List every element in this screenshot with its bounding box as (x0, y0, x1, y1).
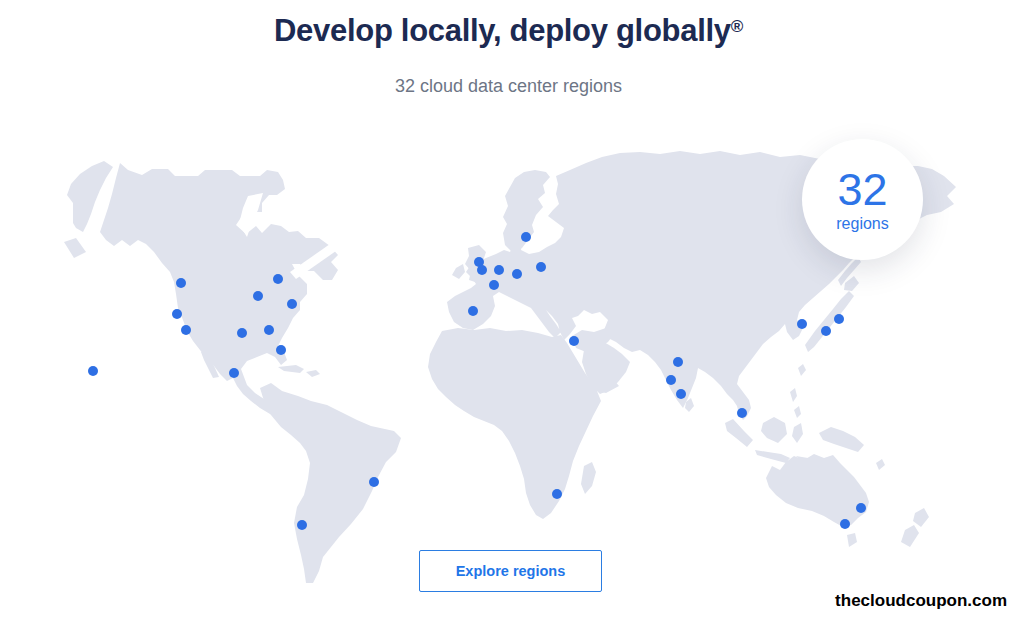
region-dot (673, 357, 683, 367)
landmass-alaska-tail (64, 238, 86, 258)
region-dot (477, 265, 487, 275)
page: Develop locally, deploy globally® 32 clo… (0, 0, 1017, 617)
region-dot (468, 306, 478, 316)
region-dot (856, 503, 866, 513)
regions-count-label: regions (836, 215, 888, 233)
region-dot (276, 345, 286, 355)
region-dot (797, 319, 807, 329)
page-subtitle: 32 cloud data center regions (0, 76, 1017, 97)
trademark-symbol: ® (731, 17, 743, 36)
region-dot (287, 299, 297, 309)
landmass-philippines-2 (794, 406, 801, 418)
landmass-australia (766, 454, 869, 527)
region-dot (552, 489, 562, 499)
landmass-tasmania (847, 533, 857, 547)
regions-count: 32 (837, 167, 887, 212)
page-title: Develop locally, deploy globally® (0, 13, 1017, 49)
region-dot (88, 366, 98, 376)
region-dot (536, 262, 546, 272)
region-dot (237, 328, 247, 338)
landmass-new-guinea (819, 427, 864, 452)
region-dot (521, 232, 531, 242)
region-dot (676, 389, 686, 399)
region-dot (489, 280, 499, 290)
region-dot (181, 325, 191, 335)
landmass-madagascar (581, 462, 596, 494)
region-dot (666, 375, 676, 385)
region-dot (176, 278, 186, 288)
header: Develop locally, deploy globally® 32 clo… (0, 0, 1017, 97)
landmass-java (755, 450, 790, 463)
regions-count-badge: 32 regions (802, 139, 923, 260)
region-dot (569, 336, 579, 346)
region-dot (273, 274, 283, 284)
region-dot (297, 520, 307, 530)
region-dot (264, 325, 274, 335)
watermark: thecloudcoupon.com (835, 591, 1007, 611)
landmass-south-america (260, 383, 401, 583)
region-dot (834, 314, 844, 324)
landmass-borneo (761, 417, 787, 443)
explore-regions-button[interactable]: Explore regions (419, 550, 602, 592)
landmass-sulawesi (792, 423, 803, 443)
region-dot (821, 326, 831, 336)
landmass-taiwan (798, 364, 806, 376)
landmass-nz-north (913, 508, 929, 527)
region-dot (737, 408, 747, 418)
landmass-new-caledonia (876, 459, 885, 470)
region-dot (229, 368, 239, 378)
landmass-nz-south (901, 525, 919, 547)
landmass-japan-main (805, 291, 854, 352)
region-dot (253, 291, 263, 301)
landmass-cuba-1 (278, 365, 304, 373)
region-dot (512, 269, 522, 279)
region-dot (172, 309, 182, 319)
landmass-sumatra (725, 419, 753, 447)
landmass-cuba-2 (306, 370, 320, 377)
landmass-philippines-1 (790, 388, 797, 402)
region-dot (494, 265, 504, 275)
region-dot (840, 519, 850, 529)
region-dot (369, 477, 379, 487)
landmass-ireland (452, 264, 465, 279)
